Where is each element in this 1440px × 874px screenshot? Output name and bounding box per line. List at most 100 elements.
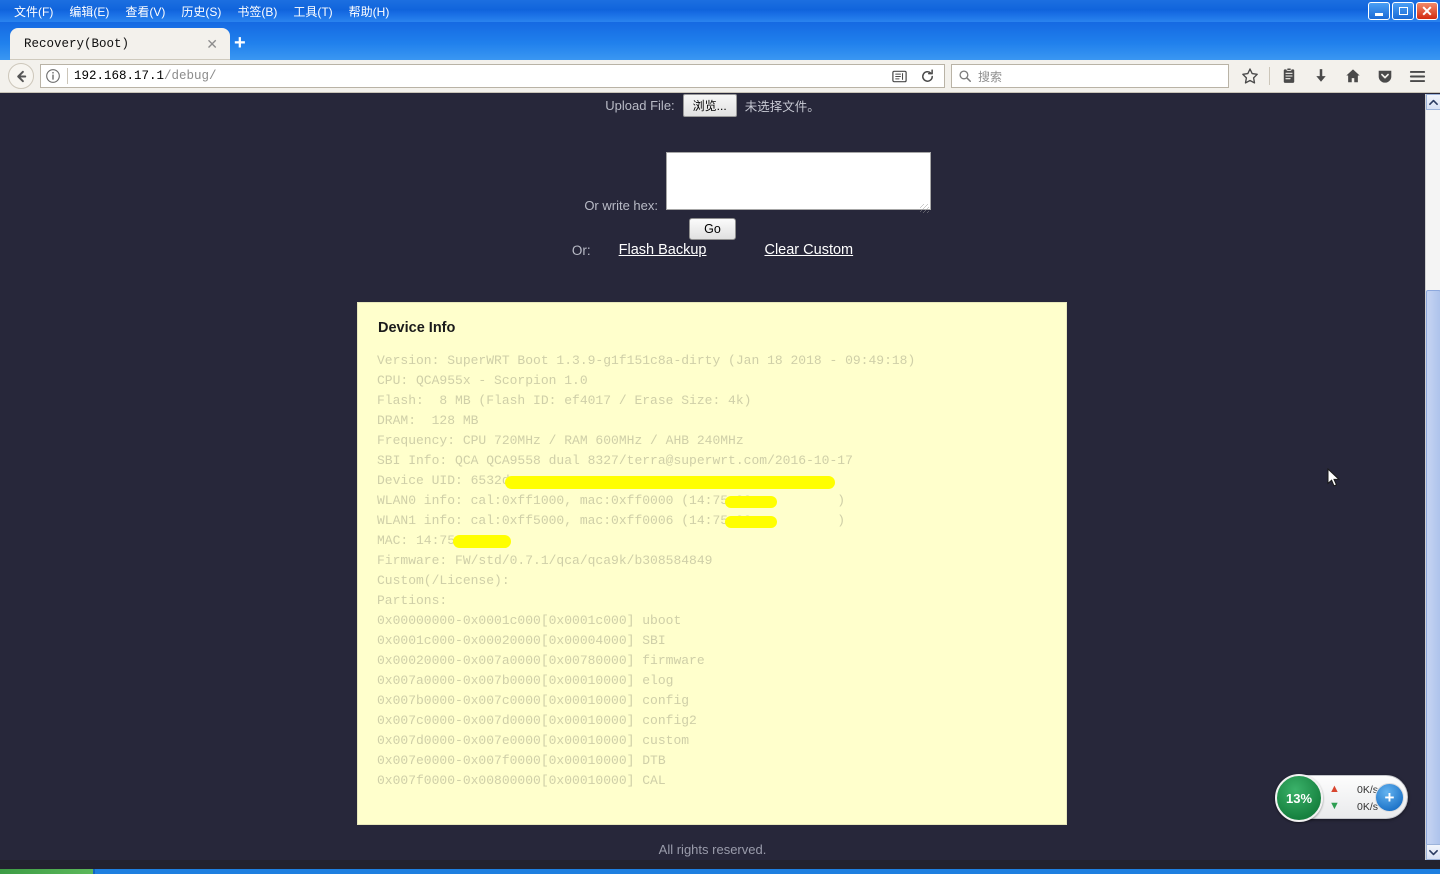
star-icon bbox=[1242, 68, 1258, 84]
menu-item-bookmarks[interactable]: 书签(B) bbox=[229, 1, 285, 22]
hex-input[interactable] bbox=[666, 152, 931, 210]
clear-custom-link[interactable]: Clear Custom bbox=[764, 242, 853, 258]
app-menu-button[interactable] bbox=[1402, 63, 1432, 89]
network-speed-widget[interactable]: 13% ▲ 0K/s ▼ 0K/s + bbox=[1275, 774, 1408, 822]
reload-icon bbox=[921, 68, 933, 82]
menu-item-history[interactable]: 历史(S) bbox=[173, 1, 229, 22]
device-info-line: 0x007d0000-0x007e0000[0x00010000] custom bbox=[377, 733, 690, 748]
device-info-line: 0x00020000-0x007a0000[0x00780000] firmwa… bbox=[377, 653, 705, 668]
device-info-line: 0x0001c000-0x00020000[0x00004000] SBI bbox=[377, 633, 666, 648]
menu-item-tools[interactable]: 工具(T) bbox=[285, 1, 340, 22]
search-bar[interactable]: 搜索 bbox=[951, 64, 1229, 88]
device-info-line: Firmware: FW/std/0.7.1/qca/qca9k/b308584… bbox=[377, 553, 713, 568]
info-circle-icon[interactable] bbox=[45, 68, 61, 84]
tab-recovery-boot[interactable]: Recovery(Boot) ✕ bbox=[10, 28, 230, 60]
minimize-icon bbox=[1375, 13, 1383, 16]
chevron-down-icon bbox=[1429, 849, 1438, 855]
new-tab-button[interactable]: + bbox=[234, 33, 246, 53]
device-info-line: 0x00000000-0x0001c000[0x0001c000] uboot bbox=[377, 613, 682, 628]
reload-button[interactable] bbox=[914, 65, 940, 87]
close-button[interactable]: ✕ bbox=[1416, 2, 1438, 20]
os-taskbar bbox=[0, 860, 1440, 874]
toolbar-separator bbox=[1269, 67, 1270, 85]
home-icon bbox=[1346, 69, 1360, 83]
url-host: 192.168.17.1 bbox=[74, 69, 165, 83]
download-arrow-icon: ▼ bbox=[1329, 800, 1340, 812]
page-footer: All rights reserved. bbox=[658, 842, 767, 857]
home-button[interactable] bbox=[1338, 63, 1368, 89]
hex-label: Or write hex: bbox=[584, 198, 658, 213]
url-text: 192.168.17.1/debug/ bbox=[74, 69, 880, 83]
device-info-line: CPU: QCA955x - Scorpion 1.0 bbox=[377, 373, 588, 388]
tab-strip: Recovery(Boot) ✕ + bbox=[0, 22, 1440, 60]
device-info-line: MAC: 14:75:90: bbox=[377, 531, 1058, 551]
download-arrow-icon bbox=[1316, 69, 1326, 82]
upload-row: Upload File: 浏览... 未选择文件。 bbox=[0, 94, 1425, 117]
search-icon bbox=[959, 70, 971, 82]
redaction-highlight bbox=[725, 516, 777, 528]
device-info-line: 0x007a0000-0x007b0000[0x00010000] elog bbox=[377, 673, 674, 688]
flash-backup-link[interactable]: Flash Backup bbox=[619, 242, 707, 258]
search-placeholder: 搜索 bbox=[978, 69, 1003, 84]
scrollbar-thumb[interactable] bbox=[1426, 290, 1440, 846]
device-info-line: Custom(/License): bbox=[377, 573, 510, 588]
navigation-toolbar: 192.168.17.1/debug/ 搜索 bbox=[0, 60, 1440, 93]
hamburger-menu-icon bbox=[1409, 70, 1425, 82]
close-icon: ✕ bbox=[1421, 3, 1433, 19]
restore-button[interactable] bbox=[1392, 2, 1414, 20]
device-info-line: DRAM: 128 MB bbox=[377, 413, 479, 428]
urlbar-actions bbox=[886, 65, 940, 87]
menu-item-edit[interactable]: 编辑(E) bbox=[61, 1, 117, 22]
no-file-selected-text: 未选择文件。 bbox=[744, 100, 820, 114]
minimize-button[interactable] bbox=[1368, 2, 1390, 20]
tab-title: Recovery(Boot) bbox=[24, 37, 130, 51]
start-button[interactable] bbox=[0, 869, 93, 874]
url-bar[interactable]: 192.168.17.1/debug/ bbox=[40, 64, 945, 88]
bookmark-button[interactable] bbox=[1235, 63, 1265, 89]
redaction-highlight bbox=[453, 535, 511, 548]
toolbar-icons bbox=[1235, 63, 1432, 89]
chevron-up-icon bbox=[1429, 99, 1438, 105]
device-info-line: SBI Info: QCA QCA9558 dual 8327/terra@su… bbox=[377, 453, 853, 468]
browse-button[interactable]: 浏览... bbox=[682, 94, 737, 117]
page-viewport: Upload File: 浏览... 未选择文件。 Or write hex: … bbox=[0, 94, 1425, 860]
actions-row: Or: Flash Backup Clear Custom bbox=[0, 242, 1425, 258]
device-info-line: 0x007f0000-0x00800000[0x00010000] CAL bbox=[377, 773, 666, 788]
go-row: Go bbox=[0, 218, 1425, 240]
device-info-line: 0x007c0000-0x007d0000[0x00010000] config… bbox=[377, 713, 697, 728]
taskbar-strip bbox=[0, 869, 1440, 874]
device-info-line: Partions: bbox=[377, 593, 448, 608]
taskbar-divider bbox=[93, 869, 95, 874]
download-rate-value: 0K/s bbox=[1356, 800, 1378, 813]
tab-close-icon[interactable]: ✕ bbox=[202, 36, 222, 53]
go-button[interactable]: Go bbox=[689, 218, 736, 240]
menu-item-view[interactable]: 查看(V) bbox=[117, 1, 173, 22]
widget-expand-button[interactable]: + bbox=[1375, 783, 1404, 812]
pocket-button[interactable] bbox=[1370, 63, 1400, 89]
device-info-title: Device Info bbox=[378, 320, 456, 336]
menu-item-file[interactable]: 文件(F) bbox=[6, 1, 61, 22]
redaction-highlight bbox=[505, 476, 835, 489]
or-label: Or: bbox=[571, 242, 591, 258]
library-button[interactable] bbox=[1274, 63, 1304, 89]
menu-item-help[interactable]: 帮助(H) bbox=[341, 1, 398, 22]
device-info-line: Version: SuperWRT Boot 1.3.9-g1f151c8a-d… bbox=[377, 353, 916, 368]
scroll-up-button[interactable] bbox=[1426, 94, 1440, 110]
url-separator bbox=[67, 68, 68, 84]
back-button[interactable] bbox=[8, 63, 34, 89]
device-info-line: 0x007e0000-0x007f0000[0x00010000] DTB bbox=[377, 753, 666, 768]
page-scrollbar[interactable] bbox=[1425, 94, 1440, 860]
mouse-cursor bbox=[1327, 468, 1341, 487]
device-info-line: Frequency: CPU 720MHz / RAM 600MHz / AHB… bbox=[377, 433, 744, 448]
cpu-usage-indicator[interactable]: 13% bbox=[1275, 774, 1323, 822]
reader-mode-button[interactable] bbox=[886, 65, 912, 87]
url-path: /debug/ bbox=[164, 69, 217, 83]
scroll-down-button[interactable] bbox=[1426, 844, 1440, 860]
downloads-button[interactable] bbox=[1306, 63, 1336, 89]
device-info-line: WLAN1 info: cal:0xff5000, mac:0xff0006 (… bbox=[377, 513, 846, 528]
device-info-line: Device UID: 6532da bbox=[377, 471, 1058, 491]
device-info-line: WLAN0 info: cal:0xff1000, mac:0xff0000 (… bbox=[377, 493, 846, 508]
device-info-line: Flash: 8 MB (Flash ID: ef4017 / Erase Si… bbox=[377, 393, 752, 408]
upload-file-label: Upload File: bbox=[605, 98, 675, 113]
upload-arrow-icon: ▲ bbox=[1329, 783, 1340, 795]
